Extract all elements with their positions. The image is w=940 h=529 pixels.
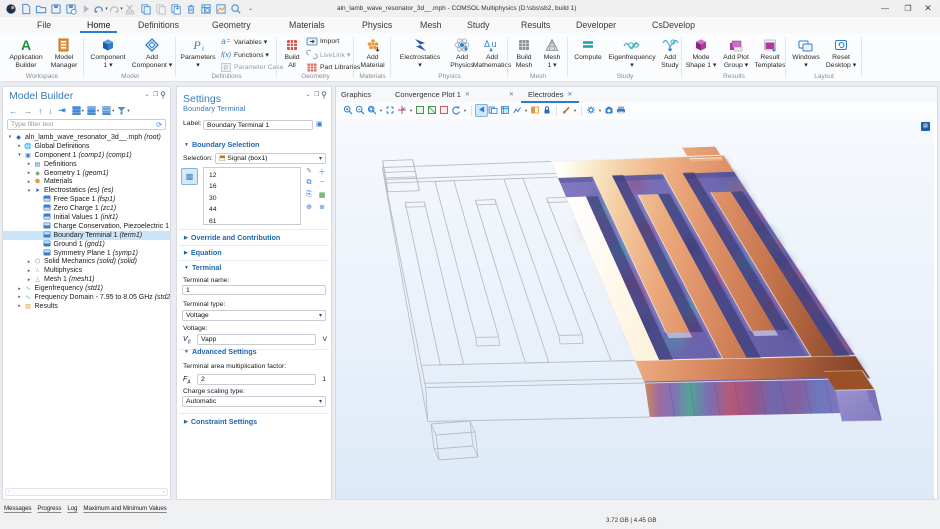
svg-text:P: P <box>224 66 228 72</box>
svg-text:=: = <box>227 39 231 45</box>
svg-text:P: P <box>192 38 201 52</box>
svg-text:f(x): f(x) <box>221 52 231 59</box>
svg-text:Δ: Δ <box>484 39 490 49</box>
svg-text:i: i <box>202 46 204 53</box>
svg-text:u: u <box>491 39 496 49</box>
svg-text:a: a <box>221 37 226 46</box>
svg-text:A: A <box>21 37 31 53</box>
